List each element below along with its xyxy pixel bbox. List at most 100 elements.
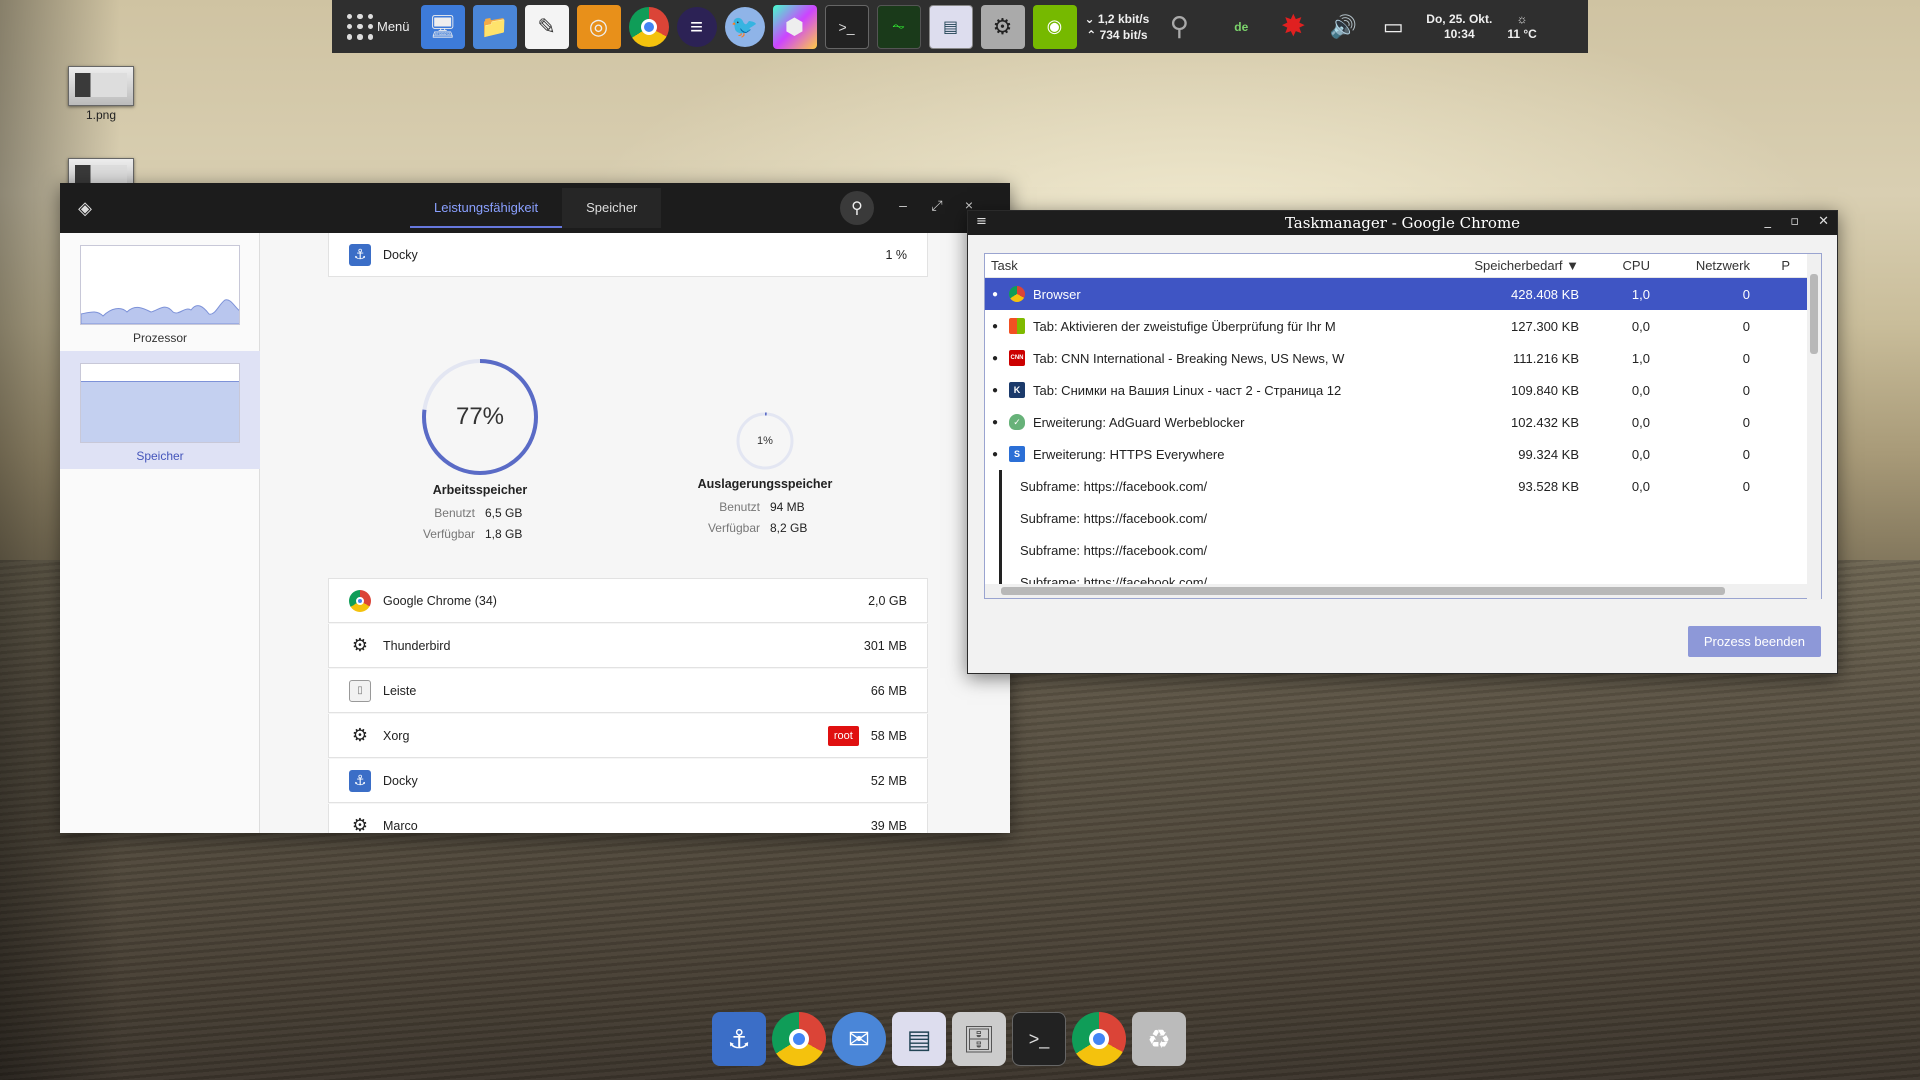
computer-icon[interactable]: 🖥 [420,4,465,49]
ram-block: 77% Arbeitsspeicher Benutzt 6,5 GB Verfü… [410,357,550,541]
cnn-icon: CNN [1009,350,1025,366]
minimize-button[interactable]: – [893,197,913,213]
ram-free-label: Verfügbar [422,527,475,541]
search-icon[interactable]: ⚲ [1159,5,1199,49]
weather[interactable]: ☼ 11 °C [1507,5,1536,49]
thunderbird-icon[interactable]: ✉ [832,1012,886,1066]
process-name: Xorg [383,728,410,743]
table-row[interactable]: ● S Erweiterung: HTTPS Everywhere 99.324 KB… [985,438,1821,470]
task-cell: ● ✓ Erweiterung: AdGuard Werbeblocker [985,414,1394,430]
process-name: Docky [383,247,418,262]
ram-used-value: 6,5 GB [485,506,523,520]
chrome-icon[interactable] [628,6,669,47]
table-row[interactable]: ● Tab: Aktivieren der zweistufige Überprü… [985,310,1821,342]
header-cpu[interactable]: CPU [1579,258,1656,273]
text-editor-icon[interactable]: ✎ [524,4,569,49]
process-value: 301 MB [863,638,907,653]
net-up: ⌃ 734 bit/s [1086,27,1148,42]
horizontal-scrollbar[interactable] [985,584,1809,598]
header-p[interactable]: P [1756,258,1796,273]
end-process-button[interactable]: Prozess beenden [1687,626,1821,657]
process-row[interactable]: ⚙ Xorg root 58 MB [328,714,928,758]
folder-icon[interactable]: 📁 [472,4,517,49]
panel-icon: ▯ [349,679,371,702]
ram-free-value: 1,8 GB [485,527,523,541]
tree-line [999,534,1002,566]
restore-button[interactable]: ⤢ [927,197,947,214]
network-monitor-icon[interactable]: ▤ [928,4,973,49]
sidebar-item-processor[interactable]: Prozessor [60,233,260,351]
process-row[interactable]: Google Chrome (34) 2,0 GB [328,579,928,623]
apps-menu-button[interactable]: Menü [343,5,416,49]
trash-icon[interactable]: ♻ [1132,1012,1186,1066]
network-cell: 0 [1742,350,1750,366]
terminal-icon[interactable]: >_ [824,4,869,49]
system-monitor-icon[interactable]: ⏦ [876,4,921,49]
network-speed[interactable]: ⌄ 1,2 kbit/s ⌃ 734 bit/s [1085,5,1150,49]
tab-memory[interactable]: Speicher [562,188,662,228]
desktop-file-label: 1.png [85,108,117,122]
swap-title: Auslagerungsspeicher [697,477,833,491]
task-name: Browser [1033,286,1081,302]
header-network[interactable]: Netzwerk [1656,258,1756,273]
nvidia-icon[interactable]: ◉ [1032,4,1077,49]
header-task[interactable]: Task [985,258,1394,273]
process-row[interactable]: ⚙ Thunderbird 301 MB [328,624,928,668]
notifications-icon[interactable]: ▭ [1373,5,1413,49]
dock: ⚓ ✉ ▤ 🗄 >_ ♻ [712,1012,1186,1066]
table-row[interactable]: ● Browser 428.408 KB 1,0 0 [985,278,1821,310]
header-memory[interactable]: Speicherbedarf ▼ [1394,258,1579,273]
table-row[interactable]: ● ✓ Erweiterung: AdGuard Werbeblocker 102.4… [985,406,1821,438]
swap-percent: 1% [757,435,773,447]
files-icon[interactable]: 🗄 [952,1012,1006,1066]
process-name: Leiste [383,683,417,698]
clock[interactable]: Do, 25. Okt. 10:34 [1426,5,1492,49]
swap-free-value: 8,2 GB [770,521,808,535]
process-row[interactable]: ▯ Leiste 66 MB [328,669,928,713]
task-name: Subframe: https://facebook.com/ [1020,542,1208,558]
network-cell: 0 [1742,286,1750,302]
process-name: Google Chrome (34) [383,593,497,608]
table-row[interactable]: Subframe: https://facebook.com/ [985,534,1821,566]
gears-icon: ⚙ [351,815,369,833]
minimize-button[interactable]: _ [1765,214,1772,229]
table-row[interactable]: Subframe: https://facebook.com/ [985,502,1821,534]
chrome-icon[interactable] [772,1012,826,1066]
desktop-file-icon[interactable]: 1.png [68,66,134,122]
table-row[interactable]: ● K Tab: Снимки на Вашия Linux - част 2 - … [985,374,1821,406]
memory-cell: 99.324 KB [1518,446,1579,462]
update-notifier-icon[interactable]: ✸ [1273,5,1313,49]
window-titlebar: ≡ Taskmanager - Google Chrome _ ▫ ✕ [968,211,1837,235]
chrome-icon[interactable] [1072,1012,1126,1066]
swap-free-label: Verfügbar [707,521,760,535]
sidebar-item-memory[interactable]: Speicher [60,351,260,469]
vertical-scrollbar[interactable] [1807,254,1821,600]
table-row[interactable]: ● CNN Tab: CNN International - Breaking Ne… [985,342,1821,374]
system-monitor-icon[interactable]: ▤ [892,1012,946,1066]
keyboard-layout[interactable]: de [1224,5,1258,49]
eclipse-icon[interactable]: ≡ [676,6,717,47]
net-down: ⌄ 1,2 kbit/s [1084,11,1150,26]
tab-performance[interactable]: Leistungsfähigkeit [410,188,563,228]
terminal-icon[interactable]: >_ [1012,1012,1066,1066]
process-row[interactable]: ⚓ Docky 1 % [328,233,928,277]
docky-anchor-icon[interactable]: ⚓ [712,1012,766,1066]
table-row[interactable]: Subframe: https://facebook.com/93.528 KB… [985,470,1821,502]
settings-icon[interactable]: ⚙ [980,4,1025,49]
task-cell: Subframe: https://facebook.com/ [985,502,1394,534]
volume-icon[interactable]: 🔊 [1323,5,1363,49]
app-logo-icon: ◈ [78,198,92,218]
process-row[interactable]: ⚙ Marco 39 MB [328,804,928,833]
thunderbird-icon[interactable]: 🐦 [724,6,765,47]
task-cell: ● Tab: Aktivieren der zweistufige Überprü… [985,318,1394,334]
swap-block: 1% Auslagerungsspeicher Benutzt 94 MB Ve… [690,411,840,535]
cube-icon[interactable]: ⬢ [772,4,817,49]
table-row[interactable]: Subframe: https://facebook.com/ [985,566,1821,586]
search-button[interactable]: ⚲ [840,191,874,225]
task-cell: ● CNN Tab: CNN International - Breaking Ne… [985,350,1394,366]
close-button[interactable]: ✕ [1818,214,1829,229]
process-row[interactable]: ⚓ Docky 52 MB [328,759,928,803]
xnview-icon[interactable]: ◎ [576,4,621,49]
ram-title: Arbeitsspeicher [432,483,528,497]
maximize-button[interactable]: ▫ [1790,214,1799,229]
